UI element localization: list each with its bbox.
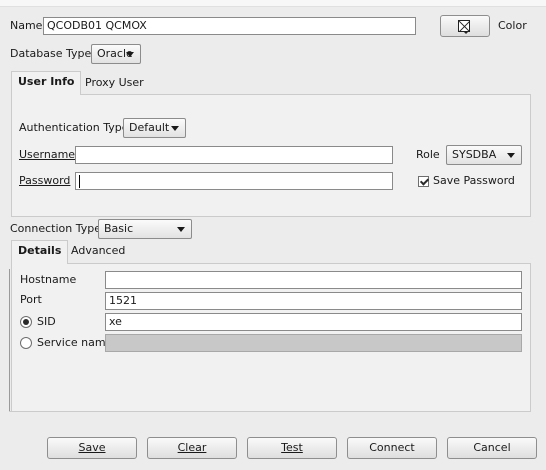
role-label: Role [416,148,440,161]
connect-button[interactable]: Connect [347,437,437,459]
password-label: Password [19,174,71,187]
connection-type-label: Connection Type [10,222,102,235]
connection-type-select[interactable]: Basic [98,219,192,239]
port-label: Port [20,293,42,306]
clear-button-label: Clear [177,441,207,454]
authentication-type-select[interactable]: Default [123,118,186,138]
tab-proxy-user[interactable]: Proxy User [79,73,150,95]
database-type-select[interactable]: Oracle [91,44,141,64]
connection-type-value: Basic [104,222,134,235]
tab-details[interactable]: Details [11,240,69,264]
cancel-button-label: Cancel [473,441,511,454]
username-label: Username [19,148,76,161]
service-name-label[interactable]: Service name [37,336,112,350]
cancel-button[interactable]: Cancel [447,437,537,459]
color-button[interactable] [440,15,490,37]
chevron-down-icon [171,126,179,131]
username-input[interactable] [75,146,393,164]
sid-input[interactable]: xe [105,313,522,331]
authentication-type-value: Default [129,121,170,134]
database-type-label: Database Type [10,47,92,60]
port-input[interactable]: 1521 [105,292,522,310]
hostname-label: Hostname [20,273,77,286]
hostname-input[interactable] [105,271,522,289]
service-name-input [105,334,522,352]
panel-left-border [9,269,10,412]
save-password-label[interactable]: Save Password [433,174,515,188]
chevron-down-icon [126,52,134,57]
tab-user-info[interactable]: User Info [11,71,82,95]
window-top-strip [0,0,546,7]
chevron-down-icon [177,227,185,232]
tab-advanced[interactable]: Advanced [65,241,131,263]
sid-label[interactable]: SID [37,315,56,329]
authentication-type-label: Authentication Type [19,121,129,134]
role-select[interactable]: SYSDBA [446,145,522,165]
save-password-checkbox[interactable] [418,176,429,187]
text-cursor [79,175,80,188]
sid-radio[interactable] [20,316,32,328]
name-label: Name [10,19,43,32]
service-name-radio[interactable] [20,337,32,349]
clear-button[interactable]: Clear [147,437,237,459]
color-label: Color [498,19,527,32]
password-input[interactable] [75,172,393,190]
save-button-label: Save [78,441,106,454]
panel-bottom-border [9,411,531,412]
role-value: SYSDBA [452,148,497,161]
chevron-down-icon [507,153,515,158]
save-button[interactable]: Save [47,437,137,459]
test-button[interactable]: Test [247,437,337,459]
chevron-down-icon [463,31,469,34]
name-input[interactable]: QCODB01 QCMOX [43,17,416,35]
connect-button-label: Connect [369,441,415,454]
test-button-label: Test [281,441,303,454]
